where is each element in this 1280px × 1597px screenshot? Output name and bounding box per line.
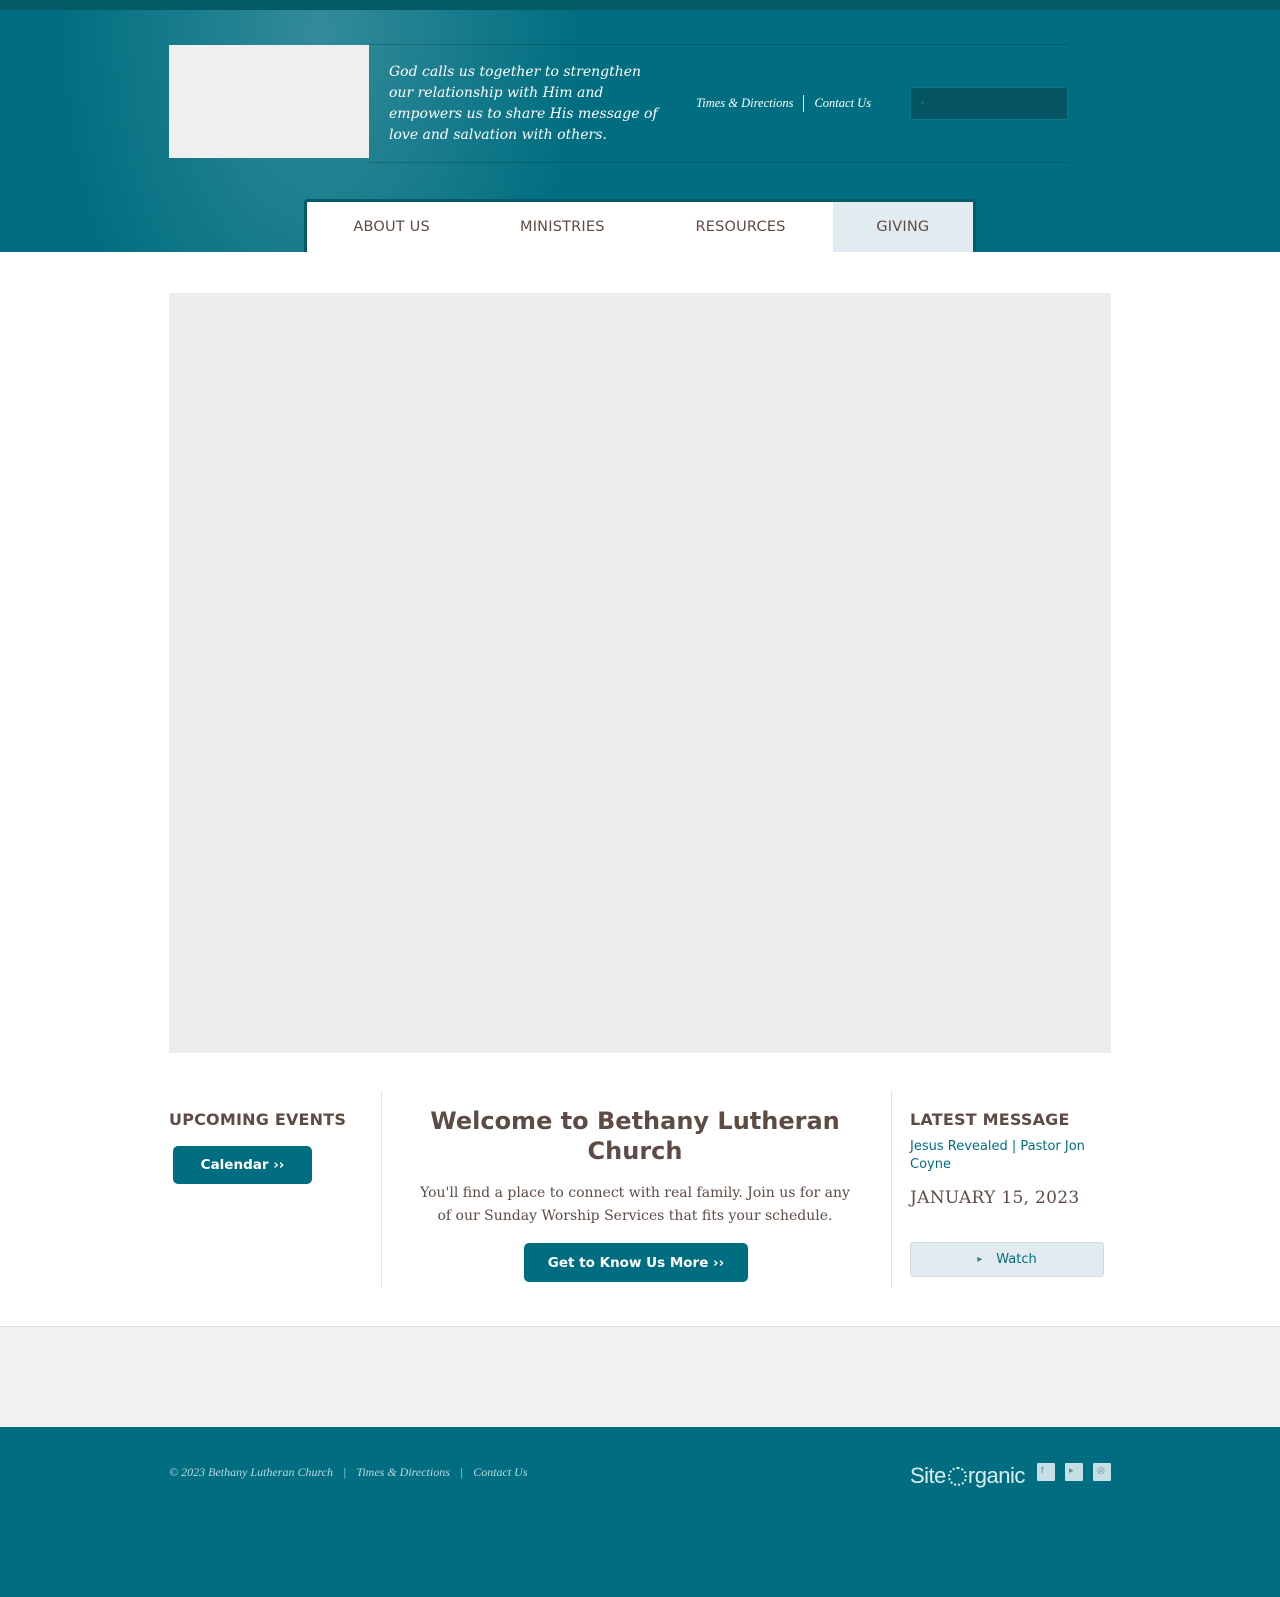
watch-button[interactable]: ▸ Watch [910,1242,1104,1277]
welcome-heading: Welcome to Bethany Lutheran Church [430,1107,840,1165]
main-nav: ABOUT US MINISTRIES RESOURCES GIVING [304,199,976,252]
welcome-text: You'll find a place to connect with real… [420,1185,850,1224]
footer-separator: | [459,1465,464,1479]
video-icon: ▸ [977,1254,983,1265]
footer-times-directions-link[interactable]: Times & Directions [356,1465,450,1480]
nav-item-about-us[interactable]: ABOUT US [307,202,476,252]
search-input[interactable]: ⌕ [910,87,1068,120]
events-heading: UPCOMING EVENTS [169,1110,347,1129]
site-footer [0,1427,1280,1597]
hero-slideshow[interactable] [169,293,1111,1053]
top-strip [0,0,1280,10]
column-divider-right [891,1091,892,1288]
watch-label: Watch [996,1252,1037,1267]
facebook-icon[interactable]: f [1037,1463,1055,1481]
header-divider-top [369,44,1068,45]
nav-item-ministries[interactable]: MINISTRIES [476,202,648,252]
instagram-icon[interactable]: ◎ [1093,1463,1111,1481]
message-title-link[interactable]: Jesus Revealed | Pastor Jon Coyne [910,1138,1100,1174]
latest-message-heading: LATEST MESSAGE [910,1110,1070,1129]
copyright-text: © 2023 Bethany Lutheran Church [169,1465,333,1479]
footer-contact-us-link[interactable]: Contact Us [473,1465,527,1480]
contact-us-link[interactable]: Contact Us [814,96,871,111]
footer-separator: | [343,1465,347,1479]
search-icon: ⌕ [920,97,926,107]
header-utility-links: Times & Directions Contact Us [696,94,871,112]
message-date: JANUARY 15, 2023 [910,1188,1080,1208]
link-separator [803,94,805,112]
header-tagline: God calls us together to strengthen our … [389,64,658,143]
church-logo[interactable] [169,45,369,158]
siteorganic-o-icon [947,1466,967,1486]
calendar-button[interactable]: Calendar ›› [173,1146,312,1184]
siteorganic-text-left: Site [910,1463,946,1488]
siteorganic-logo[interactable]: Site rganic [910,1461,1025,1491]
siteorganic-text-right: rganic [967,1463,1025,1488]
youtube-icon[interactable]: ▸ [1065,1463,1083,1481]
nav-item-giving[interactable]: GIVING [832,202,973,252]
column-divider-left [381,1091,382,1288]
nav-item-resources[interactable]: RESOURCES [648,202,832,252]
footer-gray-band [0,1326,1280,1427]
times-directions-link[interactable]: Times & Directions [696,96,793,111]
header-divider-bottom [369,162,1068,163]
footer-links: © 2023 Bethany Lutheran Church | Times &… [169,1465,528,1480]
get-to-know-us-button[interactable]: Get to Know Us More ›› [524,1243,748,1282]
